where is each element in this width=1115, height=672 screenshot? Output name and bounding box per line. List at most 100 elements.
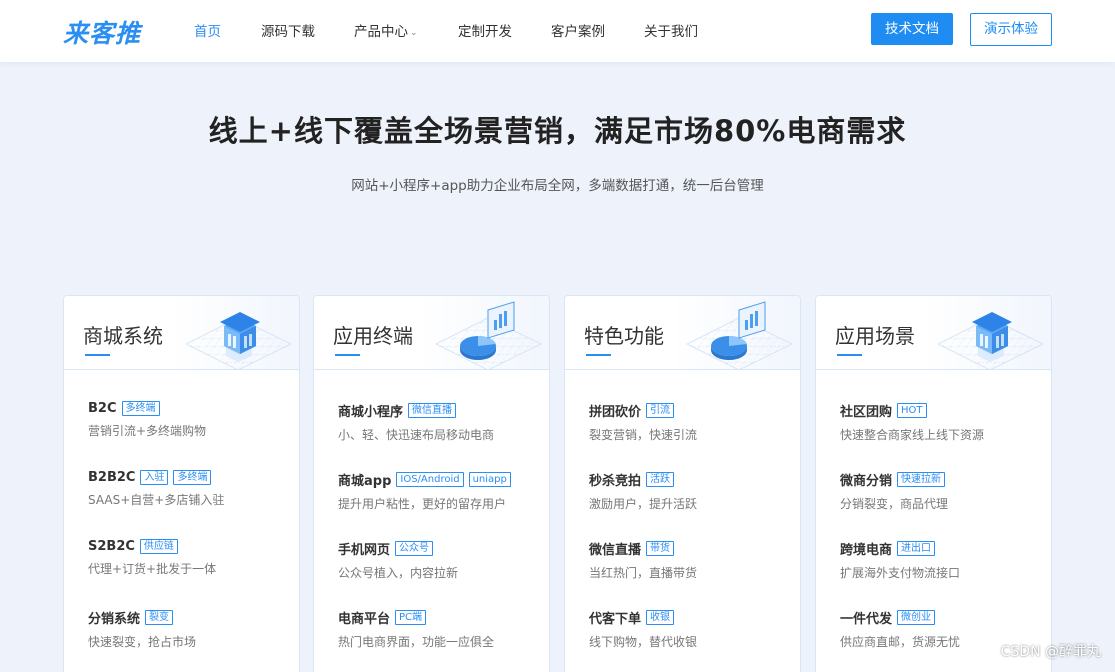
feature-tag: uniapp <box>468 472 511 487</box>
card-header: 应用终端 <box>314 296 549 370</box>
feature-desc: 扩展海外支付物流接口 <box>840 566 961 580</box>
feature-desc: 线下购物，替代收银 <box>589 635 698 649</box>
card-title: 应用场景 <box>835 324 915 348</box>
card-mall-system: 商城系统 B2C 多终端 营销引流+多终端购物 B2B2C 入驻 多终端 SAAS+自… <box>63 295 300 672</box>
feature-tag: 多终端 <box>121 401 160 416</box>
feature-tag: 入驻 <box>140 470 169 485</box>
nav-item-label: 源码下载 <box>261 24 315 40</box>
csdn-watermark: CSDN @醉罪丸 <box>1000 644 1101 660</box>
nav-item-source-download[interactable]: 源码下载 <box>261 20 315 40</box>
feature-name: 分销系统 <box>88 612 141 627</box>
title-underline <box>586 354 611 356</box>
feature-dropshipping[interactable]: 一件代发 微创业 供应商直邮，货源无忧 <box>840 608 960 650</box>
demo-button[interactable]: 演示体验 <box>970 13 1052 46</box>
feature-tag: 收银 <box>646 610 675 625</box>
card-special-features: 特色功能 拼团砍价 引流 裂变营销，快速引流 秒杀竞拍 活跃 激励用户，提升活跃 微… <box>564 295 801 672</box>
nav-item-label: 关于我们 <box>644 24 698 40</box>
tech-docs-button[interactable]: 技术文档 <box>871 13 953 45</box>
feature-desc: 供应商直邮，货源无忧 <box>840 635 961 649</box>
nav-item-about[interactable]: 关于我们 <box>644 20 698 40</box>
top-navbar: 来客推 首页 源码下载 产品中心 ⌄ 定制开发 客户案例 关于我们 技术文档 演示… <box>0 0 1115 62</box>
card-header: 特色功能 <box>565 296 800 370</box>
nav-item-label: 客户案例 <box>551 24 605 40</box>
chevron-down-icon: ⌄ <box>410 28 418 38</box>
hero-subtitle: 网站+小程序+app助力企业布局全网，多端数据打通，统一后台管理 <box>351 178 764 194</box>
feature-name: 手机网页 <box>338 543 391 558</box>
nav-item-label: 产品中心 <box>354 24 408 40</box>
feature-b2c[interactable]: B2C 多终端 营销引流+多终端购物 <box>88 401 206 439</box>
feature-tag: 微信直播 <box>408 403 457 418</box>
chart-icon <box>435 301 542 370</box>
feature-desc: 小、轻、快迅速布局移动电商 <box>338 428 495 442</box>
feature-name: 社区团购 <box>840 405 893 420</box>
shop-icon <box>937 311 1044 370</box>
feature-name: 代客下单 <box>589 612 642 627</box>
feature-name: 商城app <box>338 474 392 489</box>
hero-title: 线上+线下覆盖全场景营销，满足市场80%电商需求 <box>208 114 907 148</box>
card-app-terminals: 应用终端 商城小程序 微信直播 小、轻、快迅速布局移动电商 商城app IOS/An… <box>313 295 550 672</box>
feature-group-buy[interactable]: 拼团砍价 引流 裂变营销，快速引流 <box>589 401 697 443</box>
card-header: 商城系统 <box>64 296 299 370</box>
feature-tag: IOS/Android <box>396 472 464 487</box>
nav-item-home[interactable]: 首页 <box>194 20 221 40</box>
feature-s2b2c[interactable]: S2B2C 供应链 代理+订货+批发于一体 <box>88 539 216 577</box>
feature-name: 秒杀竞拍 <box>589 474 642 489</box>
feature-tag: 引流 <box>646 403 675 418</box>
feature-tag: PC端 <box>395 610 427 625</box>
feature-live-stream[interactable]: 微信直播 带货 当红热门，直播带货 <box>589 539 697 581</box>
feature-desc: SAAS+自营+多店铺入驻 <box>88 493 225 507</box>
feature-desc: 热门电商界面，功能一应俱全 <box>338 635 495 649</box>
feature-name: S2B2C <box>88 539 135 554</box>
feature-desc: 当红热门，直播带货 <box>589 566 698 580</box>
feature-wechat-distribution[interactable]: 微商分销 快速拉新 分销裂变，商品代理 <box>840 470 948 512</box>
feature-name: 一件代发 <box>840 612 893 627</box>
feature-desc: 营销引流+多终端购物 <box>88 424 207 438</box>
feature-distribution[interactable]: 分销系统 裂变 快速裂变，抢占市场 <box>88 608 196 650</box>
feature-proxy-order[interactable]: 代客下单 收银 线下购物，替代收银 <box>589 608 697 650</box>
feature-tag: 供应链 <box>139 539 178 554</box>
feature-tag: 活跃 <box>646 472 675 487</box>
feature-name: 商城小程序 <box>338 405 404 420</box>
card-title: 商城系统 <box>83 324 163 348</box>
chart-icon <box>686 301 793 370</box>
feature-name: B2B2C <box>88 470 136 485</box>
card-title: 应用终端 <box>333 324 413 348</box>
feature-tag: 多终端 <box>173 470 212 485</box>
feature-desc: 裂变营销，快速引流 <box>589 428 698 442</box>
feature-flash-sale[interactable]: 秒杀竞拍 活跃 激励用户，提升活跃 <box>589 470 697 512</box>
feature-mall-app[interactable]: 商城app IOS/Android uniapp 提升用户粘性，更好的留存用户 <box>338 470 511 512</box>
feature-community-group[interactable]: 社区团购 HOT 快速整合商家线上线下资源 <box>840 401 984 443</box>
feature-name: 微信直播 <box>589 543 642 558</box>
feature-desc: 提升用户粘性，更好的留存用户 <box>338 497 507 511</box>
feature-name: 跨境电商 <box>840 543 893 558</box>
feature-desc: 分销裂变，商品代理 <box>840 497 949 511</box>
feature-name: 微商分销 <box>840 474 893 489</box>
feature-tag: 带货 <box>646 541 675 556</box>
nav-item-label: 首页 <box>194 24 221 40</box>
feature-desc: 快速裂变，抢占市场 <box>88 635 197 649</box>
feature-desc: 代理+订货+批发于一体 <box>88 562 217 576</box>
title-underline <box>335 354 360 356</box>
nav-item-product-center[interactable]: 产品中心 ⌄ <box>354 20 418 40</box>
nav-item-label: 定制开发 <box>458 24 512 40</box>
feature-cross-border[interactable]: 跨境电商 进出口 扩展海外支付物流接口 <box>840 539 960 581</box>
feature-tag: HOT <box>897 403 927 418</box>
feature-mini-program[interactable]: 商城小程序 微信直播 小、轻、快迅速布局移动电商 <box>338 401 494 443</box>
title-underline <box>837 354 862 356</box>
feature-tag: 公众号 <box>395 541 434 556</box>
nav-item-custom-dev[interactable]: 定制开发 <box>458 20 512 40</box>
feature-mobile-web[interactable]: 手机网页 公众号 公众号植入，内容拉新 <box>338 539 458 581</box>
title-underline <box>85 354 110 356</box>
feature-desc: 快速整合商家线上线下资源 <box>840 428 985 442</box>
feature-b2b2c[interactable]: B2B2C 入驻 多终端 SAAS+自营+多店铺入驻 <box>88 470 224 508</box>
feature-ecommerce-platform[interactable]: 电商平台 PC端 热门电商界面，功能一应俱全 <box>338 608 494 650</box>
feature-desc: 公众号植入，内容拉新 <box>338 566 459 580</box>
shop-icon <box>185 311 292 370</box>
brand-logo[interactable]: 来客推 <box>63 14 141 50</box>
card-app-scenarios: 应用场景 社区团购 HOT 快速整合商家线上线下资源 微商分销 快速拉新 分销裂变，… <box>815 295 1052 672</box>
feature-name: 拼团砍价 <box>589 405 642 420</box>
nav-item-cases[interactable]: 客户案例 <box>551 20 605 40</box>
feature-name: 电商平台 <box>338 612 391 627</box>
feature-tag: 进出口 <box>897 541 936 556</box>
feature-tag: 微创业 <box>897 610 936 625</box>
